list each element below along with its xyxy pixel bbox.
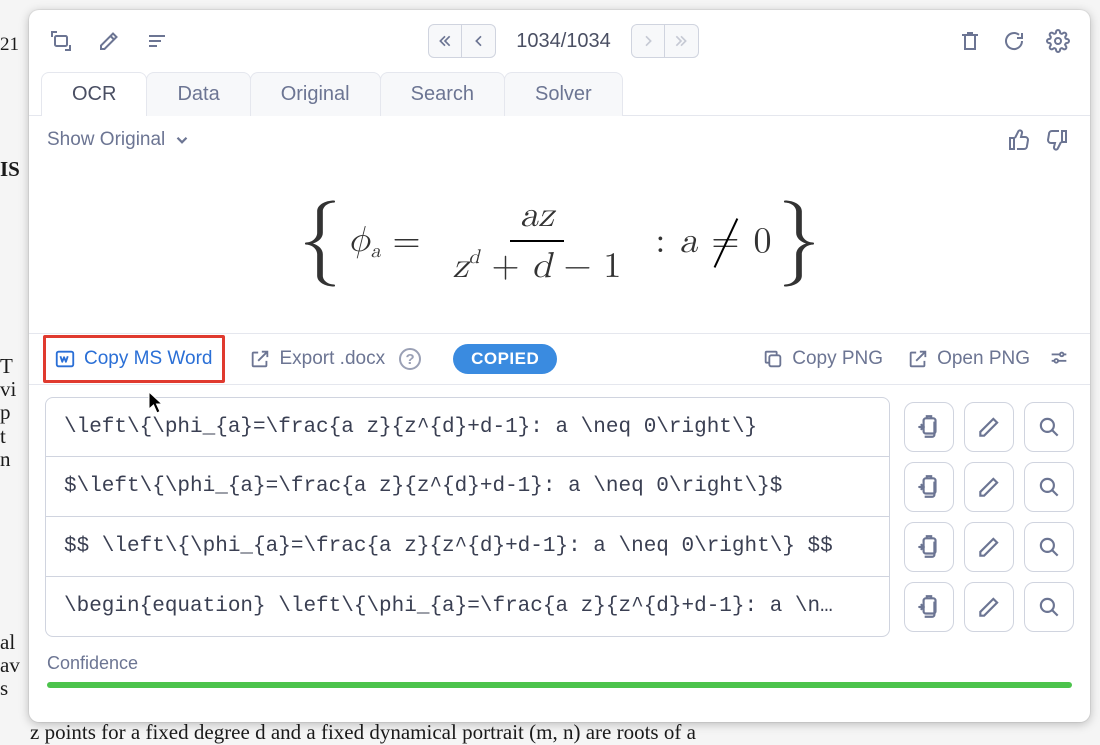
copy-icon <box>762 348 784 370</box>
bg-num: 21 <box>0 34 19 56</box>
delete-icon[interactable] <box>950 21 990 61</box>
action-bar: Copy MS Word Export .docx ? COPIED Copy … <box>29 333 1090 385</box>
prev-page-button[interactable] <box>462 24 496 58</box>
chevron-down-icon <box>173 131 191 149</box>
search-code-button[interactable] <box>1024 462 1074 512</box>
export-docx-label: Export .docx <box>279 348 385 370</box>
ms-word-icon <box>54 348 76 370</box>
search-code-button[interactable] <box>1024 582 1074 632</box>
tab-search[interactable]: Search <box>380 72 505 116</box>
settings-icon[interactable] <box>1038 21 1078 61</box>
latex-code[interactable]: $\left\{\phi_{a}=\frac{a z}{z^{d}+d-1}: … <box>45 457 890 517</box>
code-row: $$ \left\{\phi_{a}=\frac{a z}{z^{d}+d-1}… <box>45 517 1074 577</box>
edit-icon[interactable] <box>89 21 129 61</box>
latex-code[interactable]: \begin{equation} \left\{\phi_{a}=\frac{a… <box>45 577 890 637</box>
edit-code-button[interactable] <box>964 402 1014 452</box>
latex-code[interactable]: $$ \left\{\phi_{a}=\frac{a z}{z^{d}+d-1}… <box>45 517 890 577</box>
confidence-label: Confidence <box>47 653 1072 674</box>
copied-badge: COPIED <box>453 344 557 374</box>
export-icon <box>249 348 271 370</box>
search-code-button[interactable] <box>1024 402 1074 452</box>
tab-bar: OCR Data Original Search Solver <box>29 72 1090 116</box>
page-counter: 1034/1034 <box>516 30 611 53</box>
last-page-button[interactable] <box>665 24 699 58</box>
equation-preview: { ϕa = az zd + d − 1 : a = 0 } <box>29 164 1090 333</box>
copy-png-label: Copy PNG <box>792 348 883 370</box>
export-docx-button[interactable]: Export .docx ? <box>237 342 433 376</box>
open-external-icon <box>907 348 929 370</box>
copy-code-button[interactable] <box>904 462 954 512</box>
help-icon[interactable]: ? <box>399 348 421 370</box>
thumbs-up-icon[interactable] <box>1004 125 1034 155</box>
confidence-section: Confidence <box>29 647 1090 704</box>
sliders-icon <box>1048 348 1070 370</box>
bg-bottom-text: z points for a fixed degree d and a fixe… <box>30 720 1080 745</box>
copy-ms-word-button[interactable]: Copy MS Word <box>43 335 225 383</box>
open-png-button[interactable]: Open PNG <box>895 342 1042 376</box>
open-png-label: Open PNG <box>937 348 1030 370</box>
bg-is: IS <box>0 157 20 182</box>
thumbs-down-icon[interactable] <box>1042 125 1072 155</box>
latex-code-list: \left\{\phi_{a}=\frac{a z}{z^{d}+d-1}: a… <box>29 385 1090 647</box>
confidence-bar <box>47 682 1072 688</box>
tab-original[interactable]: Original <box>250 72 381 116</box>
rendered-equation: { ϕa = az zd + d − 1 : a = 0 } <box>299 194 821 288</box>
code-row: \begin{equation} \left\{\phi_{a}=\frac{a… <box>45 577 1074 637</box>
menu-icon[interactable] <box>137 21 177 61</box>
edit-code-button[interactable] <box>964 462 1014 512</box>
next-page-button[interactable] <box>631 24 665 58</box>
subbar: Show Original <box>29 116 1090 164</box>
snip-icon[interactable] <box>41 21 81 61</box>
top-toolbar: 1034/1034 <box>29 10 1090 72</box>
page-navigator: 1034/1034 <box>428 24 699 58</box>
first-page-button[interactable] <box>428 24 462 58</box>
show-original-toggle[interactable]: Show Original <box>47 129 191 151</box>
code-row: \left\{\phi_{a}=\frac{a z}{z^{d}+d-1}: a… <box>45 397 1074 457</box>
copy-png-button[interactable]: Copy PNG <box>750 342 895 376</box>
copy-code-button[interactable] <box>904 582 954 632</box>
copy-code-button[interactable] <box>904 522 954 572</box>
format-options-button[interactable] <box>1042 342 1076 376</box>
code-row: $\left\{\phi_{a}=\frac{a z}{z^{d}+d-1}: … <box>45 457 1074 517</box>
latex-code[interactable]: \left\{\phi_{a}=\frac{a z}{z^{d}+d-1}: a… <box>45 397 890 457</box>
edit-code-button[interactable] <box>964 522 1014 572</box>
ocr-panel: 1034/1034 OCR Data Original Search Solv <box>29 10 1090 722</box>
edit-code-button[interactable] <box>964 582 1014 632</box>
refresh-icon[interactable] <box>994 21 1034 61</box>
search-code-button[interactable] <box>1024 522 1074 572</box>
tab-ocr[interactable]: OCR <box>41 72 147 116</box>
copy-ms-word-label: Copy MS Word <box>84 348 212 370</box>
tab-data[interactable]: Data <box>146 72 250 116</box>
tab-solver[interactable]: Solver <box>504 72 623 116</box>
copy-code-button[interactable] <box>904 402 954 452</box>
show-original-label: Show Original <box>47 129 165 151</box>
